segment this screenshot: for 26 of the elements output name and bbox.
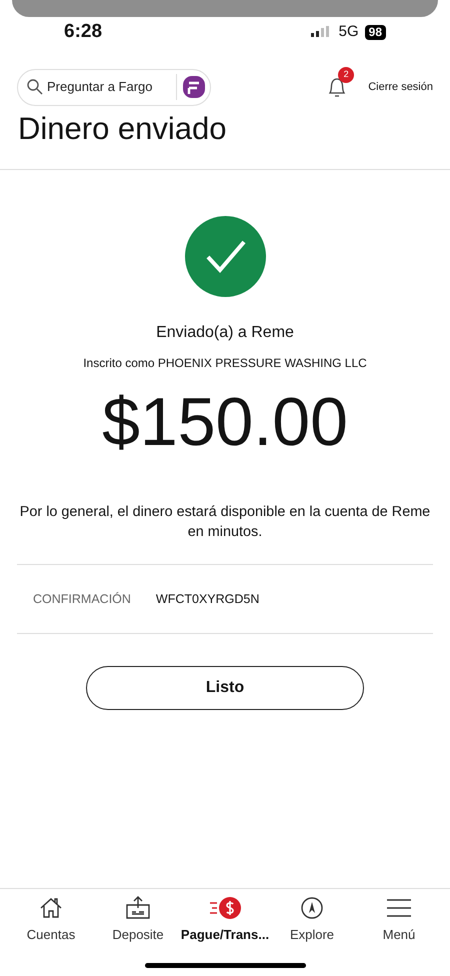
done-button[interactable]: Listo bbox=[86, 666, 364, 710]
checkmark-icon bbox=[184, 216, 266, 297]
tab[interactable]: Menú bbox=[356, 895, 442, 944]
search-bar[interactable]: Preguntar a Fargo bbox=[17, 68, 211, 106]
logout-link[interactable]: Cierre sesión bbox=[368, 78, 433, 96]
dollar-icon bbox=[208, 895, 242, 921]
amount: $150.00 bbox=[102, 383, 348, 462]
tab[interactable]: Cuentas bbox=[8, 895, 94, 944]
clock: 6:28 bbox=[64, 20, 102, 44]
tab[interactable]: Explore bbox=[269, 895, 355, 944]
enrollment-text: Inscrito como PHOENIX PRESSURE WASHING LLC bbox=[83, 355, 367, 372]
confirmation-code: WFCT0XYRGD5N bbox=[156, 590, 260, 608]
tab[interactable]: Pague/Trans... bbox=[182, 895, 268, 944]
battery-icon: 98 bbox=[364, 24, 386, 40]
search-icon bbox=[26, 78, 44, 96]
search-field[interactable]: Preguntar a Fargo bbox=[47, 77, 172, 97]
deposit-icon bbox=[124, 895, 152, 921]
notification-badge: 2 bbox=[338, 67, 354, 83]
recipient-text: Enviado(a) a Reme bbox=[156, 323, 294, 343]
network-label: 5G bbox=[338, 22, 359, 42]
page-title: Dinero enviado bbox=[17, 110, 228, 148]
confirmation-label: CONFIRMACIÓN bbox=[33, 590, 131, 608]
availability-note: Por lo general, el dinero estará disponible en la cuenta de Reme en minutos. bbox=[18, 503, 432, 542]
chat-logo-icon[interactable] bbox=[181, 74, 207, 100]
compass-icon bbox=[299, 895, 325, 921]
tab[interactable]: Deposite bbox=[95, 895, 181, 944]
